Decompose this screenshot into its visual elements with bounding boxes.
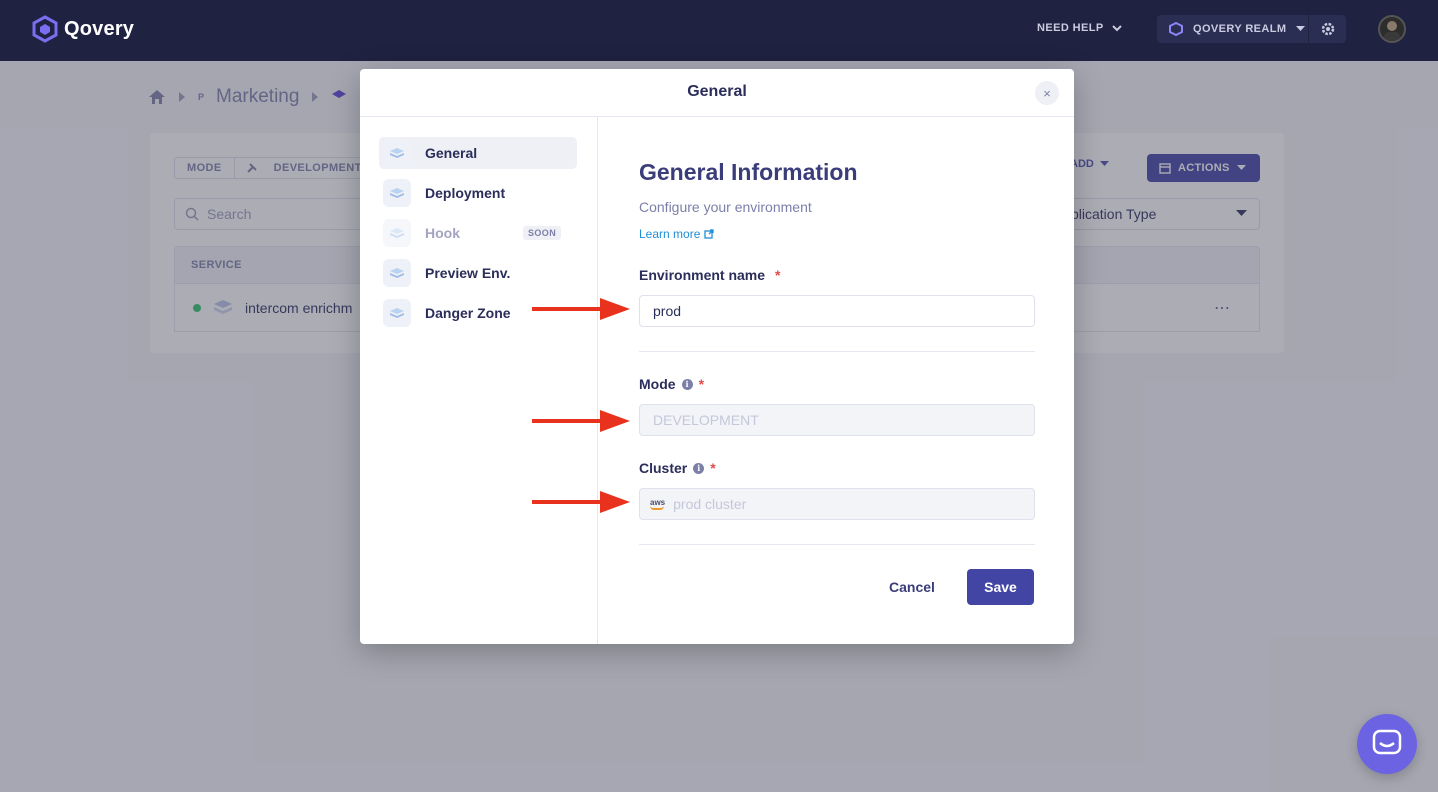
sidebar-item-label: Danger Zone: [425, 305, 511, 321]
logo[interactable]: Qovery: [32, 15, 134, 43]
mode-field-value: DEVELOPMENT: [653, 412, 759, 428]
chat-icon: [1372, 729, 1402, 755]
aws-icon: aws: [650, 497, 666, 510]
divider: [639, 351, 1035, 352]
need-help-label: NEED HELP: [1037, 22, 1104, 34]
modal-title: General: [687, 83, 747, 100]
avatar[interactable]: [1378, 15, 1406, 43]
required-marker: *: [710, 460, 716, 476]
cluster-label: Cluster i *: [639, 460, 716, 476]
user-photo-icon: [1384, 21, 1400, 41]
sidebar-item-hook: Hook SOON: [379, 217, 577, 249]
chat-launcher[interactable]: [1357, 714, 1417, 774]
sidebar-item-label: General: [425, 145, 478, 161]
page-subtitle: Configure your environment: [639, 199, 812, 215]
annotation-arrow: [532, 410, 630, 432]
environment-name-field[interactable]: prod: [639, 295, 1035, 327]
learn-more-label: Learn more: [639, 227, 701, 241]
top-nav: Qovery NEED HELP QOVERY REALM: [0, 0, 1438, 61]
layers-icon: [383, 259, 411, 287]
sidebar-item-preview-env[interactable]: Preview Env.: [379, 257, 577, 289]
environment-name-label: Environment name *: [639, 267, 780, 283]
save-button[interactable]: Save: [967, 569, 1034, 605]
qovery-logo-icon: [32, 15, 58, 43]
external-link-icon: [704, 229, 715, 239]
sidebar-item-label: Preview Env.: [425, 265, 511, 281]
chevron-down-icon: [1111, 24, 1122, 31]
organization-selector[interactable]: QOVERY REALM: [1157, 15, 1346, 43]
environment-name-label-text: Environment name: [639, 267, 766, 283]
mode-label: Mode i *: [639, 376, 704, 392]
realm-label: QOVERY REALM: [1193, 23, 1287, 35]
annotation-arrow: [532, 298, 630, 320]
divider: [1308, 15, 1309, 43]
layers-icon: [383, 219, 411, 247]
annotation-arrow: [532, 491, 630, 513]
sidebar-item-general[interactable]: General: [379, 137, 577, 169]
cluster-field: aws prod cluster: [639, 488, 1035, 520]
gear-icon[interactable]: [1320, 21, 1336, 37]
layers-icon: [383, 139, 411, 167]
settings-sidebar: General Deployment Hook SOON Preview Env…: [360, 117, 598, 644]
sidebar-item-label: Hook: [425, 225, 460, 241]
general-settings-modal: General × General Deployment Hook SOON P…: [360, 69, 1074, 644]
cancel-button[interactable]: Cancel: [889, 579, 935, 595]
divider: [639, 544, 1035, 545]
page-title: General Information: [639, 159, 858, 185]
layers-icon: [383, 299, 411, 327]
aws-icon-text: aws: [650, 497, 666, 507]
modal-header: General ×: [360, 69, 1074, 117]
mode-label-text: Mode: [639, 376, 676, 392]
soon-badge: SOON: [523, 226, 562, 240]
need-help-menu[interactable]: NEED HELP: [1037, 22, 1122, 34]
sidebar-item-deployment[interactable]: Deployment: [379, 177, 577, 209]
realm-icon: [1169, 22, 1183, 36]
brand-name: Qovery: [64, 17, 135, 40]
info-icon[interactable]: i: [681, 378, 693, 390]
environment-name-value: prod: [653, 303, 682, 319]
sidebar-item-label: Deployment: [425, 185, 506, 201]
caret-down-icon: [1296, 26, 1306, 31]
required-marker: *: [698, 376, 705, 392]
close-icon: ×: [1043, 85, 1051, 101]
cluster-label-text: Cluster: [639, 460, 688, 476]
close-button[interactable]: ×: [1035, 81, 1059, 105]
mode-field: DEVELOPMENT: [639, 404, 1035, 436]
required-marker: *: [775, 267, 781, 283]
layers-icon: [383, 179, 411, 207]
learn-more-link[interactable]: Learn more: [639, 227, 715, 241]
info-icon[interactable]: i: [693, 462, 705, 474]
cluster-field-value: prod cluster: [673, 496, 747, 512]
